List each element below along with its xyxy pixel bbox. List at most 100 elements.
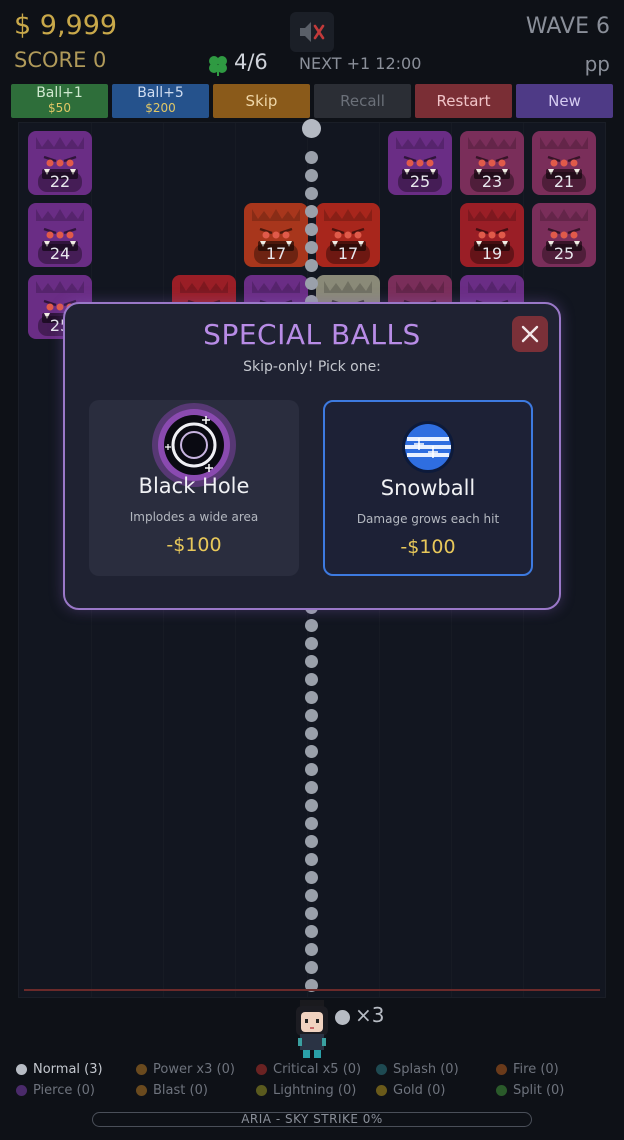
aim-dot — [305, 241, 318, 254]
block-hp: 19 — [470, 244, 514, 264]
block-hp: 17 — [326, 244, 370, 264]
close-button[interactable] — [512, 316, 548, 352]
aim-dot — [305, 655, 318, 668]
next-timer: NEXT +1 12:00 — [299, 54, 422, 73]
player-name: pp — [584, 52, 610, 76]
aim-dot — [305, 745, 318, 758]
wave-display: WAVE 6 — [525, 14, 610, 39]
legend-dot — [496, 1085, 507, 1096]
floor-line — [24, 989, 600, 991]
aim-dot — [305, 691, 318, 704]
aim-dot — [305, 187, 318, 200]
legend-dot — [16, 1085, 27, 1096]
aim-dot — [305, 205, 318, 218]
monster-block: 19 — [460, 203, 524, 267]
aim-dot — [305, 259, 318, 272]
ball-count: ×3 — [355, 1003, 385, 1027]
block-hp: 25 — [542, 244, 586, 264]
legend-item: Power x3 (0) — [153, 1062, 235, 1077]
new-game-button[interactable]: New — [516, 84, 613, 118]
monster-block: 23 — [460, 131, 524, 195]
lives-counter: 4/6 — [234, 50, 268, 74]
snowball-icon — [402, 421, 454, 473]
monster-block: 25 — [388, 131, 452, 195]
aim-dot — [305, 799, 318, 812]
option-name: Black Hole — [138, 474, 250, 498]
player-character — [296, 1000, 328, 1058]
monster-block: 24 — [28, 203, 92, 267]
button-price: $50 — [48, 101, 71, 115]
aim-dot — [305, 169, 318, 182]
mute-button[interactable] — [290, 12, 334, 52]
black-hole-option[interactable]: Black Hole Implodes a wide area -$100 — [89, 400, 299, 576]
legend-dot — [136, 1064, 147, 1075]
aim-dot — [305, 835, 318, 848]
monster-block: 22 — [28, 131, 92, 195]
legend-item: Normal (3) — [33, 1062, 103, 1077]
aim-dot — [305, 925, 318, 938]
aim-dot — [305, 223, 318, 236]
skip-button[interactable]: Skip — [213, 84, 310, 118]
toolbar: Ball+1 $50 Ball+5 $200 Skip Recall Resta… — [11, 84, 613, 118]
option-description: Implodes a wide area — [129, 510, 259, 524]
money-display: $ 9,999 — [14, 10, 118, 41]
button-price: $200 — [145, 101, 176, 115]
ball-plus-1-button[interactable]: Ball+1 $50 — [11, 84, 108, 118]
legend-dot — [256, 1085, 267, 1096]
aim-dot — [305, 277, 318, 290]
block-hp: 24 — [38, 244, 82, 264]
block-hp: 17 — [254, 244, 298, 264]
legend-dot — [256, 1064, 267, 1075]
aim-dot — [305, 889, 318, 902]
aim-dot — [305, 637, 318, 650]
recall-button[interactable]: Recall — [314, 84, 411, 118]
monster-block: 25 — [532, 203, 596, 267]
block-hp: 21 — [542, 172, 586, 192]
legend-dot — [376, 1064, 387, 1075]
snowball-option[interactable]: Snowball Damage grows each hit -$100 — [323, 400, 533, 576]
aim-dot — [305, 907, 318, 920]
block-hp: 25 — [398, 172, 442, 192]
block-hp: 23 — [470, 172, 514, 192]
aim-dot — [305, 961, 318, 974]
aim-dot — [305, 871, 318, 884]
aim-dot — [305, 727, 318, 740]
monster-block: 17 — [244, 203, 308, 267]
aim-dot — [305, 673, 318, 686]
legend-item: Lightning (0) — [273, 1083, 357, 1098]
ball-icon — [335, 1010, 350, 1025]
restart-button[interactable]: Restart — [415, 84, 512, 118]
legend-item: Splash (0) — [393, 1062, 459, 1077]
legend-item: Blast (0) — [153, 1083, 208, 1098]
progress-status-bar: ARIA - SKY STRIKE 0% — [92, 1112, 532, 1127]
aim-dot — [305, 709, 318, 722]
close-icon — [521, 325, 539, 343]
option-name: Snowball — [380, 476, 476, 500]
ball-plus-5-button[interactable]: Ball+5 $200 — [112, 84, 209, 118]
option-description: Damage grows each hit — [356, 512, 500, 526]
special-balls-dialog: SPECIAL BALLS Skip-only! Pick one: Black… — [63, 302, 561, 610]
dialog-title: SPECIAL BALLS — [203, 318, 421, 351]
legend-item: Gold (0) — [393, 1083, 446, 1098]
aim-dot — [305, 943, 318, 956]
button-label: Ball+5 — [137, 85, 184, 101]
legend-item: Split (0) — [513, 1083, 565, 1098]
aim-origin-dot — [302, 119, 321, 138]
legend-item: Critical x5 (0) — [273, 1062, 362, 1077]
aim-dot — [305, 619, 318, 632]
dialog-subtitle: Skip-only! Pick one: — [243, 359, 381, 375]
legend-dot — [136, 1085, 147, 1096]
legend-dot — [376, 1085, 387, 1096]
legend-item: Pierce (0) — [33, 1083, 95, 1098]
monster-block: 21 — [532, 131, 596, 195]
clover-icon — [209, 56, 227, 76]
button-label: Ball+1 — [36, 85, 83, 101]
aim-dot — [305, 763, 318, 776]
block-hp: 22 — [38, 172, 82, 192]
aim-dot — [305, 817, 318, 830]
legend-item: Fire (0) — [513, 1062, 559, 1077]
legend-dot — [16, 1064, 27, 1075]
aim-dot — [305, 781, 318, 794]
monster-block: 17 — [316, 203, 380, 267]
legend-dot — [496, 1064, 507, 1075]
